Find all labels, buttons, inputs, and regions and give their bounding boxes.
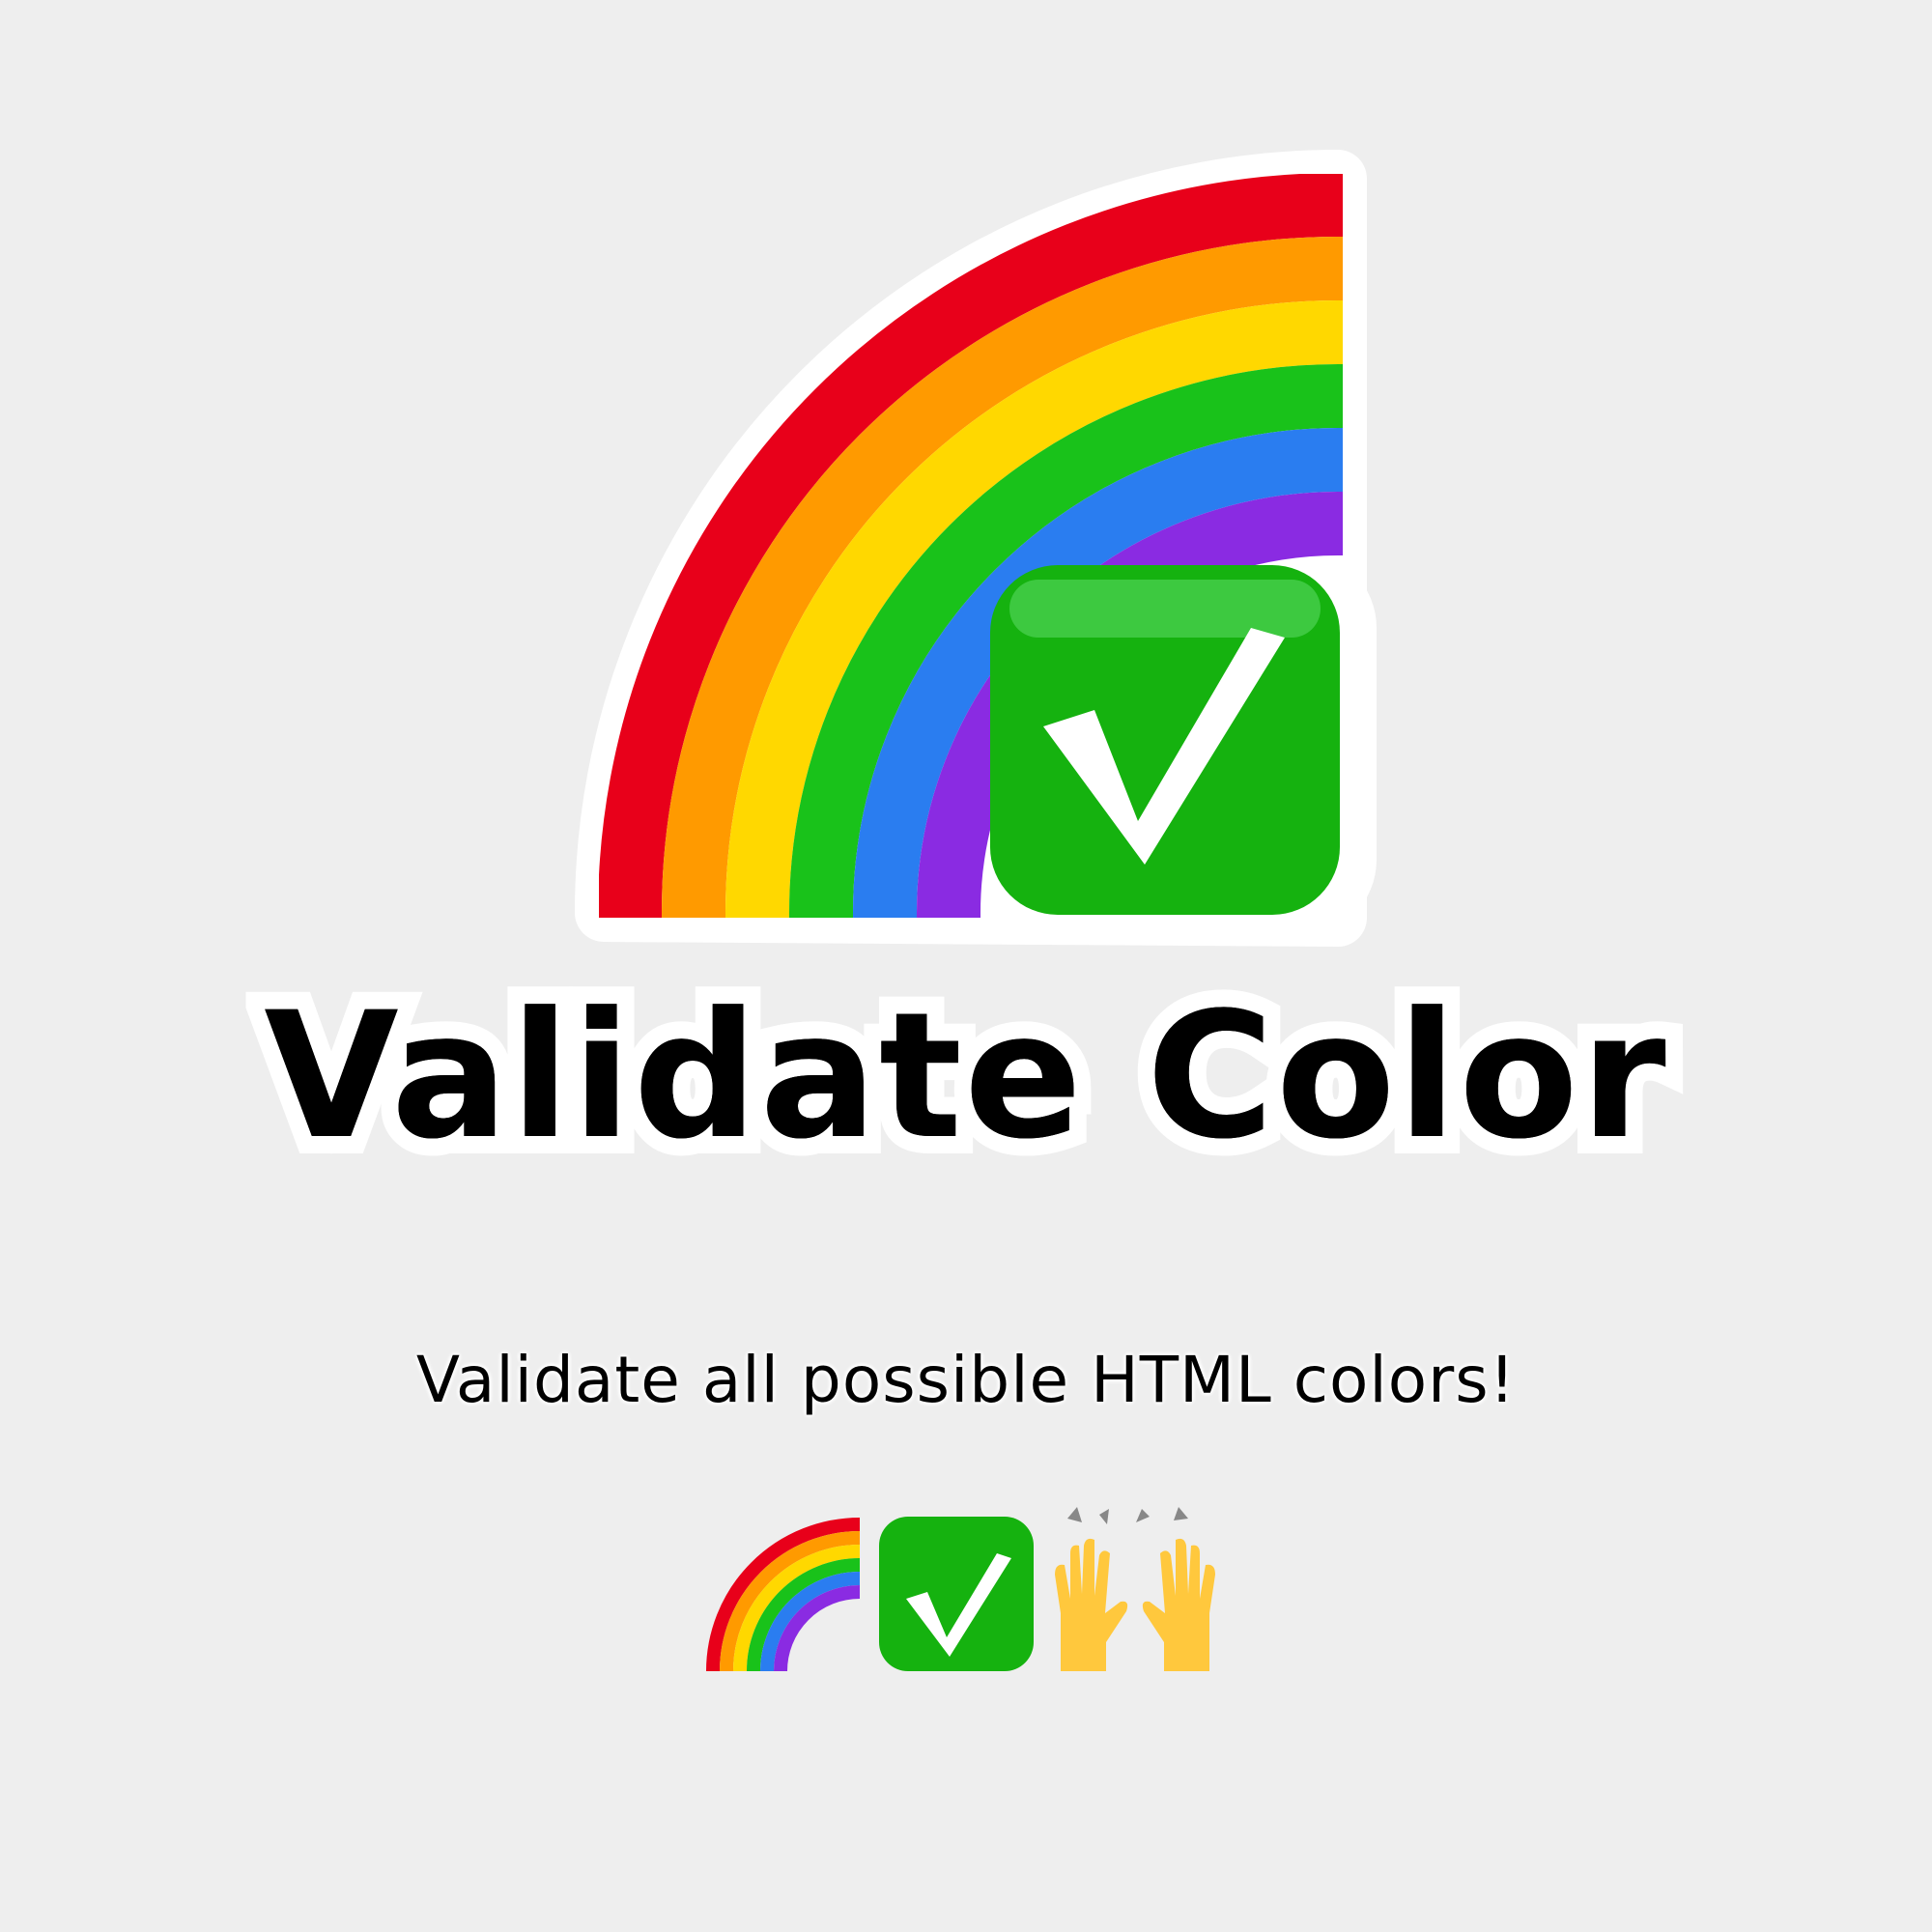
subtitle: Validate all possible HTML colors! xyxy=(415,1343,1517,1417)
emoji-row xyxy=(706,1507,1215,1671)
logo xyxy=(575,150,1377,947)
check-mark-button-icon xyxy=(990,565,1340,915)
check-mark-button-icon xyxy=(879,1517,1034,1671)
page-title: Validate Color xyxy=(264,976,1668,1178)
raising-hands-icon xyxy=(1055,1507,1215,1671)
